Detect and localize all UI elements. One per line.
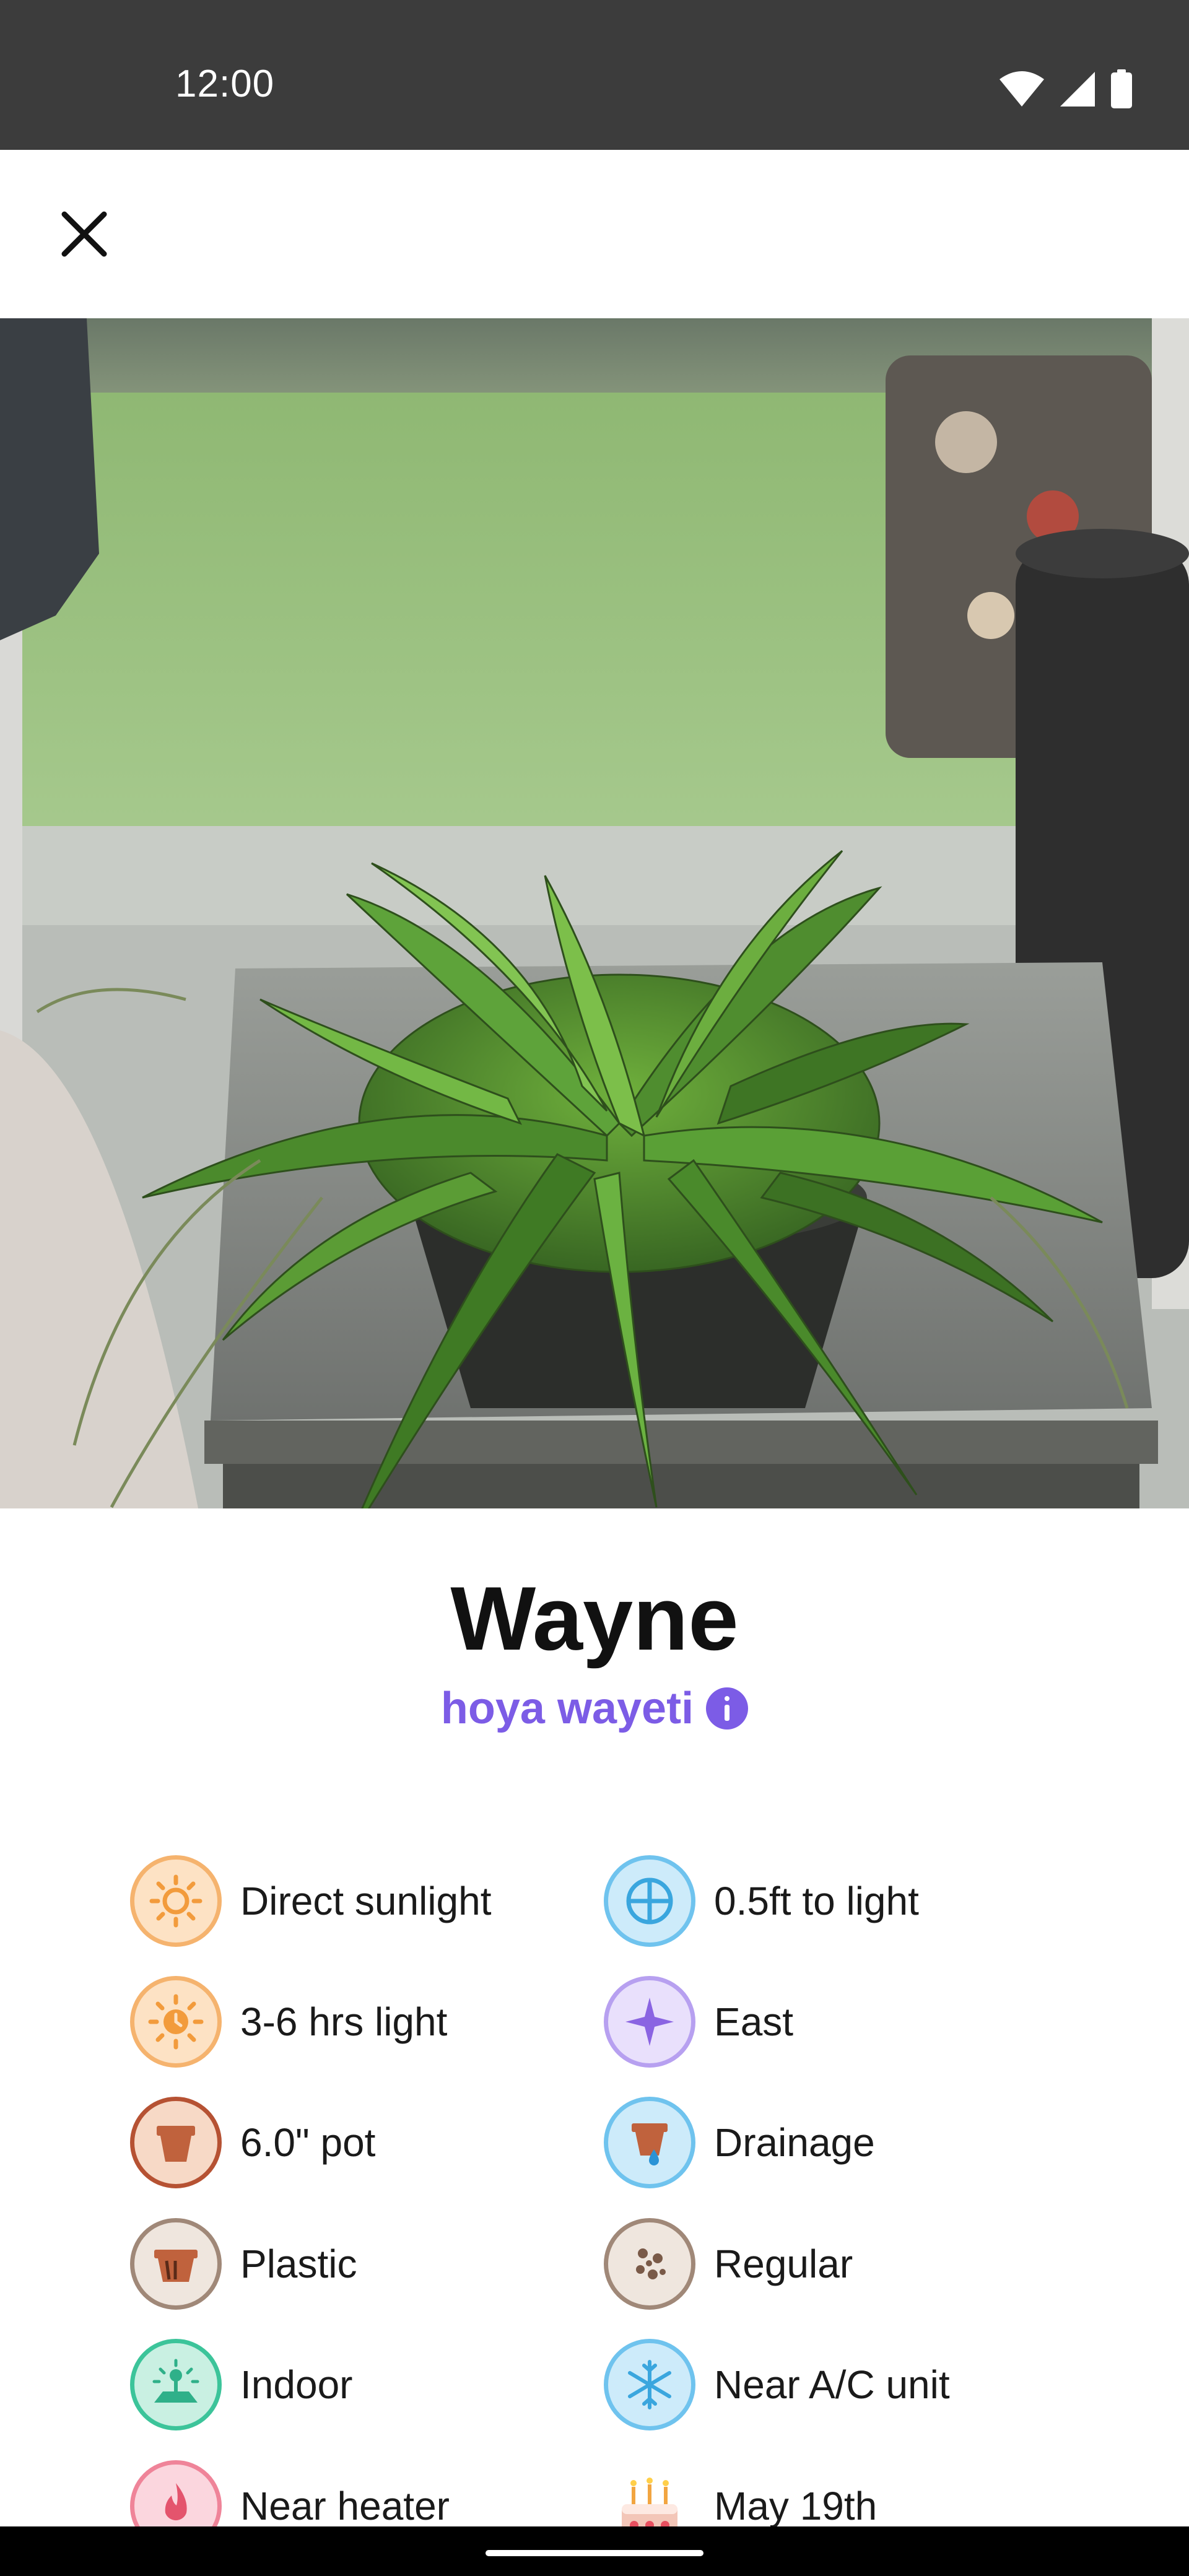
attribute-distance-to-light: 0.5ft to light bbox=[604, 1855, 919, 1947]
sun-clock-icon bbox=[130, 1976, 222, 2068]
attribute-label: 0.5ft to light bbox=[714, 1879, 919, 1923]
plastic-pot-icon bbox=[130, 2218, 222, 2310]
attribute-label: Drainage bbox=[714, 2120, 875, 2165]
pot-icon bbox=[130, 2097, 222, 2188]
status-time: 12:00 bbox=[175, 63, 275, 105]
navigation-bar bbox=[0, 2526, 1189, 2576]
attribute-near-ac: Near A/C unit bbox=[604, 2339, 950, 2430]
sun-icon bbox=[130, 1855, 222, 1947]
attribute-drainage: Drainage bbox=[604, 2097, 875, 2188]
attribute-soil: Regular bbox=[604, 2218, 853, 2310]
attribute-location: Indoor bbox=[130, 2339, 352, 2430]
attribute-label: Plastic bbox=[240, 2242, 357, 2286]
attribute-label: May 19th bbox=[714, 2484, 878, 2528]
attribute-direction: East bbox=[604, 1976, 793, 2068]
species-name[interactable]: hoya wayeti bbox=[441, 1683, 694, 1734]
close-button[interactable] bbox=[47, 197, 121, 271]
species-row: hoya wayeti bbox=[0, 1683, 1189, 1734]
attribute-label: Near heater bbox=[240, 2484, 450, 2528]
attribute-label: East bbox=[714, 1999, 794, 2044]
battery-icon bbox=[1111, 69, 1132, 108]
compass-star-icon bbox=[604, 1976, 695, 2068]
plant-photo bbox=[0, 318, 1189, 1508]
snowflake-icon bbox=[604, 2339, 695, 2430]
info-icon[interactable] bbox=[706, 1687, 749, 1730]
attribute-label: Direct sunlight bbox=[240, 1879, 492, 1923]
attribute-light-hours: 3-6 hrs light bbox=[130, 1976, 447, 2068]
home-gesture-handle[interactable] bbox=[486, 2550, 703, 2556]
close-icon bbox=[61, 211, 107, 257]
attribute-label: 3-6 hrs light bbox=[240, 1999, 448, 2044]
attribute-pot-size: 6.0" pot bbox=[130, 2097, 375, 2188]
status-bar: 12:00 bbox=[0, 0, 1189, 150]
pot-drainage-icon bbox=[604, 2097, 695, 2188]
window-icon bbox=[604, 1855, 695, 1947]
indoor-plant-icon bbox=[130, 2339, 222, 2430]
attribute-label: Regular bbox=[714, 2242, 853, 2286]
attribute-label: Near A/C unit bbox=[714, 2362, 950, 2407]
attribute-label: 6.0" pot bbox=[240, 2120, 376, 2165]
attribute-light-type: Direct sunlight bbox=[130, 1855, 492, 1947]
status-icons bbox=[998, 69, 1133, 109]
app-bar bbox=[0, 150, 1189, 318]
plant-name: Wayne bbox=[450, 1568, 739, 1669]
attribute-label: Indoor bbox=[240, 2362, 353, 2407]
cellular-signal-icon bbox=[1060, 72, 1095, 107]
wifi-icon bbox=[1000, 71, 1044, 107]
soil-icon bbox=[604, 2218, 695, 2310]
attribute-pot-material: Plastic bbox=[130, 2218, 357, 2310]
